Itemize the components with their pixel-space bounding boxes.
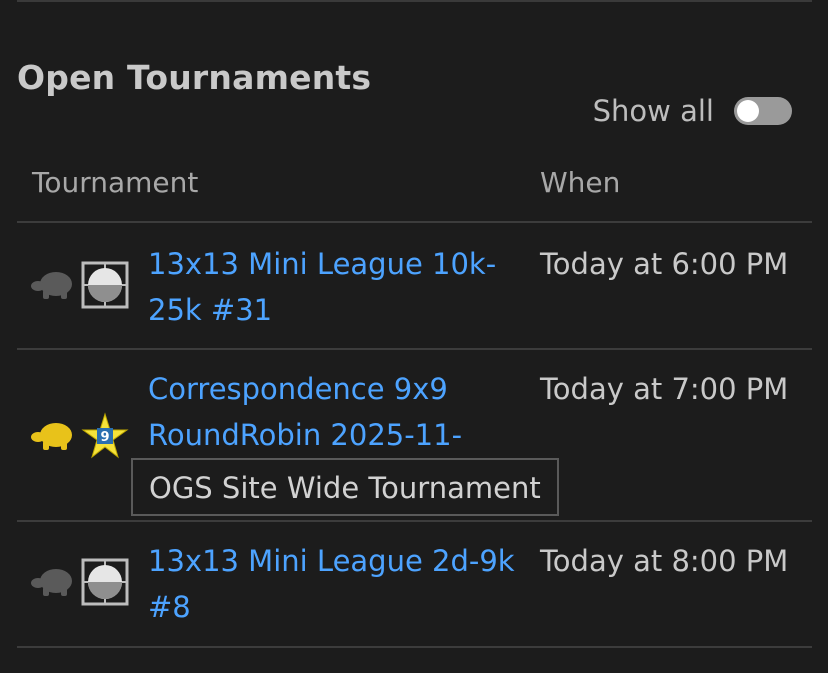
show-all-toggle[interactable] [734, 97, 792, 125]
tooltip: OGS Site Wide Tournament [131, 458, 559, 516]
tournament-link[interactable]: 13x13 Mini League 10k-25k #31 [148, 241, 518, 333]
column-header-when: When [540, 166, 621, 199]
table-row: 13x13 Mini League 10k-25k #31 Today at 6… [17, 223, 812, 348]
show-all-control: Show all [593, 94, 792, 128]
show-all-label: Show all [592, 94, 714, 128]
table-row: 13x13 Mini League 2d-9k #8 Today at 8:00… [17, 522, 812, 646]
stone-icon [81, 558, 129, 606]
top-divider [17, 0, 812, 2]
star-badge-icon: 9 [81, 412, 129, 459]
tournament-time: Today at 6:00 PM [540, 247, 789, 281]
row-divider [17, 646, 812, 648]
section-title: Open Tournaments [17, 58, 372, 97]
toggle-knob [737, 100, 759, 122]
tournament-time: Today at 7:00 PM [540, 372, 789, 406]
stone-icon [81, 261, 129, 309]
turtle-icon [31, 569, 72, 596]
column-header-tournament: Tournament [32, 166, 199, 199]
tournament-time: Today at 8:00 PM [540, 544, 789, 578]
turtle-icon [31, 272, 72, 299]
row-icons [31, 558, 129, 606]
row-icons [31, 261, 129, 309]
badge-number: 9 [100, 430, 109, 445]
row-icons: 9 [31, 412, 129, 460]
turtle-icon [31, 423, 72, 450]
tournament-link[interactable]: Correspondence 9x9 RoundRobin 2025-11- [148, 366, 518, 458]
tournament-link[interactable]: 13x13 Mini League 2d-9k #8 [148, 538, 518, 630]
